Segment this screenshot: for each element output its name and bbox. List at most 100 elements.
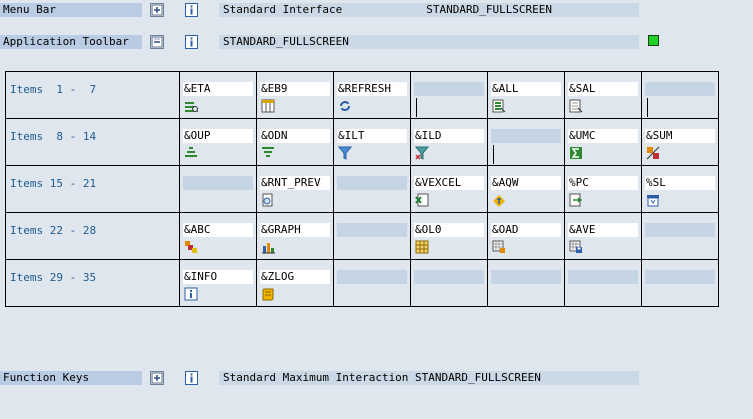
refresh-icon bbox=[338, 99, 352, 113]
toolbar-item-cell[interactable]: &ABC bbox=[179, 212, 257, 260]
toolbar-item-cell[interactable]: %PC bbox=[564, 165, 642, 213]
function-code-field[interactable]: &OAD bbox=[491, 223, 561, 237]
empty-function-code-field[interactable] bbox=[645, 82, 715, 96]
function-code-field[interactable]: &ETA bbox=[183, 82, 253, 96]
toolbar-item-cell[interactable]: &ALL bbox=[487, 71, 565, 119]
function-code-field[interactable]: &OUP bbox=[183, 129, 253, 143]
function-code-field[interactable]: &AVE bbox=[568, 223, 638, 237]
toolbar-item-cell[interactable] bbox=[410, 259, 488, 307]
expand-icon[interactable] bbox=[150, 371, 164, 385]
function-code-field[interactable]: &INFO bbox=[183, 270, 253, 284]
info-icon[interactable] bbox=[185, 371, 198, 385]
toolbar-item-cell[interactable]: &SAL bbox=[564, 71, 642, 119]
function-code-field[interactable]: &AQW bbox=[491, 176, 561, 190]
filter-icon bbox=[337, 146, 353, 160]
toolbar-item-cell[interactable]: &REFRESH bbox=[333, 71, 411, 119]
empty-function-code-field[interactable] bbox=[645, 223, 715, 237]
toolbar-item-cell[interactable]: %SL bbox=[641, 165, 719, 213]
toolbar-item-cell[interactable]: &ZLOG bbox=[256, 259, 334, 307]
function-code-field[interactable]: %SL bbox=[645, 176, 715, 190]
grid-row: Items 22 - 28 &ABC &GRAPH &OL0 &OAD &AVE bbox=[5, 212, 719, 260]
function-code-field[interactable]: &ILD bbox=[414, 129, 484, 143]
sort-ascending-icon bbox=[184, 146, 198, 160]
function-code-field[interactable]: &GRAPH bbox=[260, 223, 330, 237]
menu-bar-text: Standard Interface bbox=[223, 3, 343, 16]
function-code-field[interactable]: &ALL bbox=[491, 82, 561, 96]
local-file-icon bbox=[569, 193, 583, 207]
toolbar-item-cell[interactable] bbox=[410, 71, 488, 119]
toolbar-item-cell[interactable] bbox=[641, 71, 719, 119]
function-code-field[interactable]: &ILT bbox=[337, 129, 407, 143]
toolbar-item-cell[interactable] bbox=[333, 165, 411, 213]
empty-function-code-field[interactable] bbox=[645, 270, 715, 284]
menu-bar-value: STANDARD_FULLSCREEN bbox=[426, 3, 553, 16]
toolbar-item-cell[interactable] bbox=[487, 118, 565, 166]
toolbar-item-cell[interactable]: &UMC bbox=[564, 118, 642, 166]
toolbar-item-cell[interactable]: &OAD bbox=[487, 212, 565, 260]
function-code-field[interactable]: &RNT_PREV bbox=[260, 176, 330, 190]
application-toolbar-label: Application Toolbar bbox=[0, 35, 142, 49]
delete-filter-icon bbox=[414, 146, 430, 160]
toolbar-item-cell[interactable]: &INFO bbox=[179, 259, 257, 307]
items-range-label: Items 29 - 35 bbox=[5, 259, 180, 307]
text-cursor bbox=[493, 145, 494, 164]
toolbar-item-cell[interactable] bbox=[564, 259, 642, 307]
change-layout-icon bbox=[415, 240, 429, 254]
function-code-field[interactable]: &REFRESH bbox=[337, 82, 407, 96]
menu-bar-field: Standard Interface STANDARD_FULLSCREEN bbox=[219, 3, 639, 17]
function-code-field[interactable]: &UMC bbox=[568, 129, 638, 143]
function-code-field[interactable]: &VEXCEL bbox=[414, 176, 484, 190]
function-code-field[interactable]: &SAL bbox=[568, 82, 638, 96]
toolbar-item-cell[interactable] bbox=[641, 259, 719, 307]
toolbar-item-cell[interactable] bbox=[333, 259, 411, 307]
toolbar-item-cell[interactable]: &ETA bbox=[179, 71, 257, 119]
empty-function-code-field[interactable] bbox=[337, 176, 407, 190]
function-code-field[interactable]: &ODN bbox=[260, 129, 330, 143]
toolbar-item-cell[interactable]: &EB9 bbox=[256, 71, 334, 119]
toolbar-item-cell[interactable]: &ILD bbox=[410, 118, 488, 166]
empty-function-code-field[interactable] bbox=[491, 129, 561, 143]
empty-function-code-field[interactable] bbox=[414, 270, 484, 284]
info-icon bbox=[184, 287, 198, 301]
toolbar-item-cell[interactable] bbox=[179, 165, 257, 213]
toolbar-item-cell[interactable] bbox=[333, 212, 411, 260]
select-layout-icon bbox=[492, 240, 506, 254]
function-code-field[interactable]: &EB9 bbox=[260, 82, 330, 96]
empty-function-code-field[interactable] bbox=[337, 270, 407, 284]
grid-row: Items 1 - 7 &ETA &EB9 &REFRESH &ALL &SAL bbox=[5, 71, 719, 119]
toolbar-item-cell[interactable]: &OUP bbox=[179, 118, 257, 166]
toolbar-item-cell[interactable]: &OL0 bbox=[410, 212, 488, 260]
function-code-field[interactable]: %PC bbox=[568, 176, 638, 190]
function-keys-value: Standard Maximum Interaction STANDARD_FU… bbox=[219, 371, 639, 385]
empty-function-code-field[interactable] bbox=[183, 176, 253, 190]
toolbar-item-cell[interactable]: &ODN bbox=[256, 118, 334, 166]
expand-icon[interactable] bbox=[150, 3, 164, 17]
toolbar-item-cell[interactable] bbox=[487, 259, 565, 307]
function-keys-label: Function Keys bbox=[0, 371, 142, 385]
empty-function-code-field[interactable] bbox=[568, 270, 638, 284]
toolbar-item-cell[interactable]: &RNT_PREV bbox=[256, 165, 334, 213]
empty-function-code-field[interactable] bbox=[337, 223, 407, 237]
info-icon[interactable] bbox=[185, 3, 198, 17]
toolbar-item-cell[interactable]: &VEXCEL bbox=[410, 165, 488, 213]
toolbar-item-cell[interactable]: &AVE bbox=[564, 212, 642, 260]
text-cursor bbox=[647, 98, 648, 117]
toolbar-item-cell[interactable]: &GRAPH bbox=[256, 212, 334, 260]
empty-function-code-field[interactable] bbox=[414, 82, 484, 96]
text-cursor bbox=[416, 98, 417, 117]
empty-function-code-field[interactable] bbox=[491, 270, 561, 284]
toolbar-item-cell[interactable]: &ILT bbox=[333, 118, 411, 166]
collapse-icon[interactable] bbox=[150, 35, 164, 49]
grid-columns-icon bbox=[261, 99, 275, 113]
items-range-label: Items 1 - 7 bbox=[5, 71, 180, 119]
toolbar-item-cell[interactable]: &AQW bbox=[487, 165, 565, 213]
toolbar-item-cell[interactable]: &SUM bbox=[641, 118, 719, 166]
function-code-field[interactable]: &SUM bbox=[645, 129, 715, 143]
application-toolbar-value: STANDARD_FULLSCREEN bbox=[219, 35, 639, 49]
function-code-field[interactable]: &ZLOG bbox=[260, 270, 330, 284]
function-code-field[interactable]: &OL0 bbox=[414, 223, 484, 237]
toolbar-item-cell[interactable] bbox=[641, 212, 719, 260]
info-icon[interactable] bbox=[185, 35, 198, 49]
function-code-field[interactable]: &ABC bbox=[183, 223, 253, 237]
items-range-label: Items 15 - 21 bbox=[5, 165, 180, 213]
